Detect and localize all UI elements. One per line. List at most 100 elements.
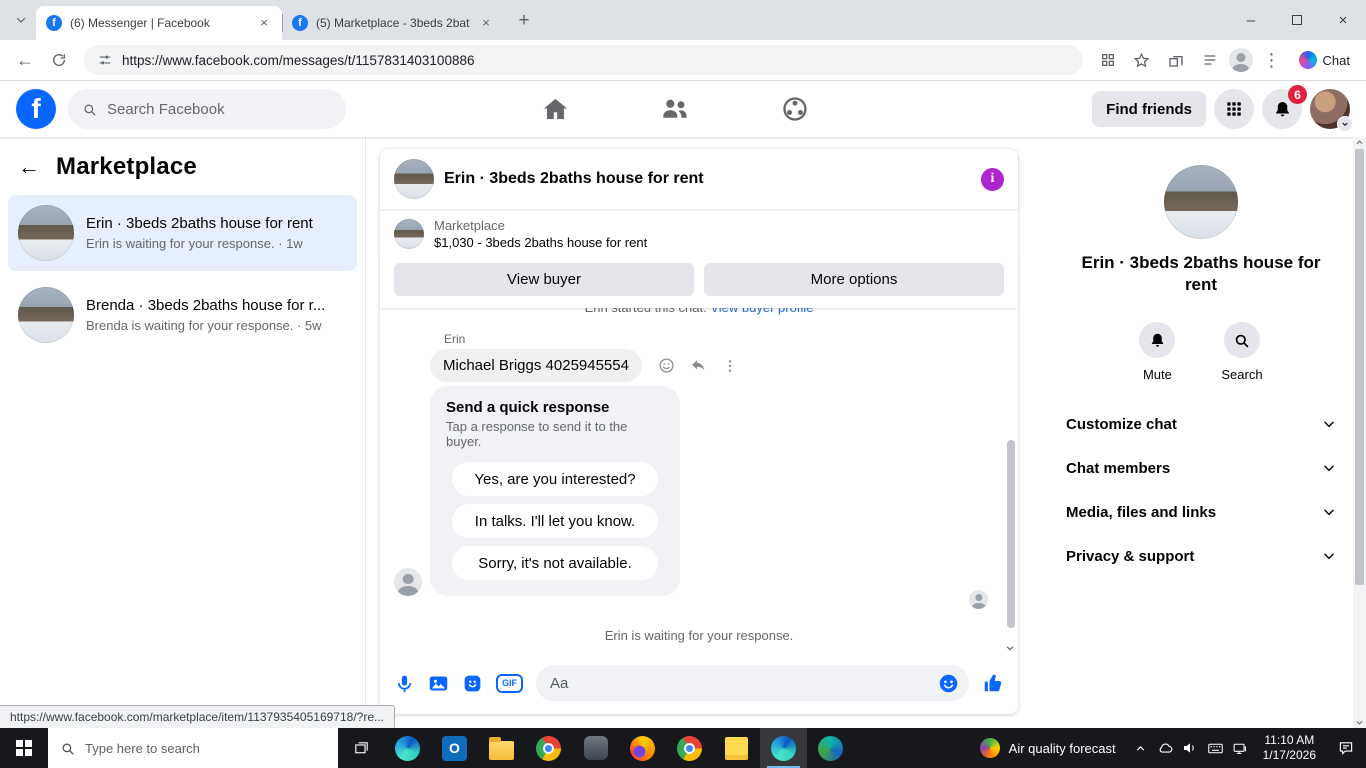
chat-scrollbar[interactable] bbox=[1007, 440, 1015, 628]
taskbar-icon-sticky-notes[interactable] bbox=[713, 728, 760, 768]
collections-icon[interactable] bbox=[1161, 45, 1191, 75]
message-list[interactable]: Erin started this chat. View buyer profi… bbox=[380, 308, 1018, 655]
tab-marketplace[interactable]: f (5) Marketplace - 3beds 2baths ho × bbox=[282, 6, 504, 40]
taskbar-icon-app[interactable] bbox=[572, 728, 619, 768]
page-scrollbar[interactable] bbox=[1353, 137, 1366, 728]
mute-action[interactable]: Mute bbox=[1139, 322, 1176, 382]
tab-groups-icon[interactable] bbox=[1093, 45, 1123, 75]
more-icon[interactable] bbox=[722, 358, 738, 374]
message-bubble[interactable]: Michael Briggs 4025945554 bbox=[430, 349, 642, 382]
edge-chat-button[interactable]: Chat bbox=[1291, 51, 1356, 69]
window-maximize-button[interactable] bbox=[1274, 0, 1320, 40]
voice-clip-icon[interactable] bbox=[394, 673, 415, 694]
image-attach-icon[interactable] bbox=[428, 673, 449, 694]
taskbar-icon-outlook[interactable] bbox=[431, 728, 478, 768]
taskbar-icon-edge-active[interactable] bbox=[760, 728, 807, 768]
weather-widget[interactable]: Air quality forecast bbox=[968, 728, 1128, 768]
more-options-button[interactable]: More options bbox=[704, 263, 1004, 296]
scrollbar-thumb[interactable] bbox=[1355, 149, 1364, 585]
seen-indicator-avatar bbox=[969, 590, 988, 609]
task-view-button[interactable] bbox=[338, 728, 384, 768]
conversation-sidebar: ← Marketplace Erin · 3beds 2baths house … bbox=[0, 137, 366, 728]
browser-menu-icon[interactable]: ⋮ bbox=[1257, 45, 1287, 75]
taskbar-icon-chrome-2[interactable] bbox=[666, 728, 713, 768]
page-content: ← Marketplace Erin · 3beds 2baths house … bbox=[0, 137, 1366, 728]
quick-response-option-3[interactable]: Sorry, it's not available. bbox=[452, 546, 658, 580]
new-tab-button[interactable]: + bbox=[510, 7, 538, 35]
taskbar-search[interactable]: Type here to search bbox=[48, 728, 338, 768]
task-view-icon bbox=[354, 741, 368, 753]
taskbar-icon-file-explorer[interactable] bbox=[478, 728, 525, 768]
sticker-icon[interactable] bbox=[462, 673, 483, 694]
listing-title: $1,030 - 3beds 2baths house for rent bbox=[434, 235, 648, 250]
quick-response-option-2[interactable]: In talks. I'll let you know. bbox=[452, 504, 658, 538]
window-minimize-button[interactable]: – bbox=[1228, 0, 1274, 40]
home-tab[interactable] bbox=[541, 95, 569, 123]
facebook-search[interactable]: Search Facebook bbox=[68, 89, 346, 129]
hidden-icons-chevron[interactable] bbox=[1128, 728, 1153, 768]
menu-item-customize-chat[interactable]: Customize chat bbox=[1056, 402, 1346, 446]
emoji-picker-icon[interactable] bbox=[938, 673, 959, 694]
menu-item-chat-members[interactable]: Chat members bbox=[1056, 446, 1346, 490]
taskbar-icon-edge[interactable] bbox=[384, 728, 431, 768]
taskbar-clock[interactable]: 11:10 AM 1/17/2026 bbox=[1253, 728, 1326, 768]
quick-response-option-1[interactable]: Yes, are you interested? bbox=[452, 462, 658, 496]
apps-menu-button[interactable] bbox=[1214, 89, 1254, 129]
view-buyer-profile-link[interactable]: View buyer profile bbox=[710, 308, 813, 315]
browser-profile-avatar[interactable] bbox=[1228, 48, 1253, 72]
tray-volume-icon[interactable] bbox=[1178, 728, 1203, 768]
search-conversation-icon bbox=[1223, 322, 1260, 359]
taskbar-icon-firefox[interactable] bbox=[619, 728, 666, 768]
screen: f (6) Messenger | Facebook × f (5) Marke… bbox=[0, 0, 1366, 768]
marketplace-listing-row[interactable]: Marketplace $1,030 - 3beds 2baths house … bbox=[380, 209, 1018, 255]
tab-close-icon[interactable]: × bbox=[478, 15, 494, 31]
view-buyer-button[interactable]: View buyer bbox=[394, 263, 694, 296]
taskbar-icon-app-2[interactable] bbox=[807, 728, 854, 768]
bookmark-star-icon[interactable] bbox=[1127, 45, 1157, 75]
message-input[interactable] bbox=[550, 674, 930, 692]
chevron-down-icon bbox=[1324, 553, 1334, 560]
tab-messenger[interactable]: f (6) Messenger | Facebook × bbox=[36, 6, 282, 40]
reload-button[interactable] bbox=[44, 45, 74, 75]
site-info-icon[interactable] bbox=[98, 53, 112, 67]
gif-icon[interactable]: GIF bbox=[496, 673, 523, 693]
find-friends-button[interactable]: Find friends bbox=[1092, 91, 1206, 127]
composer-pill[interactable] bbox=[536, 665, 969, 701]
scroll-down-icon[interactable] bbox=[1355, 718, 1364, 727]
conversation-item-erin[interactable]: Erin · 3beds 2baths house for rent Erin … bbox=[8, 195, 357, 271]
facebook-logo[interactable]: f bbox=[16, 89, 56, 129]
tray-network-icon[interactable] bbox=[1228, 728, 1253, 768]
back-button[interactable]: ← bbox=[10, 45, 40, 75]
action-center-button[interactable] bbox=[1326, 728, 1366, 768]
thumbs-up-icon[interactable] bbox=[982, 672, 1004, 694]
windows-logo-icon bbox=[16, 740, 32, 756]
window-close-button[interactable]: × bbox=[1320, 0, 1366, 40]
window-controls: – × bbox=[1228, 0, 1366, 40]
chat-column: Erin · 3beds 2baths house for rent i Mar… bbox=[366, 137, 1036, 728]
profile-avatar[interactable] bbox=[1310, 89, 1353, 132]
scroll-down-icon[interactable] bbox=[1005, 643, 1015, 653]
notifications-button[interactable]: 6 bbox=[1262, 85, 1307, 129]
menu-item-privacy-support[interactable]: Privacy & support bbox=[1056, 534, 1346, 578]
scroll-up-icon[interactable] bbox=[1355, 138, 1364, 147]
reply-icon[interactable] bbox=[690, 357, 707, 374]
conversation-text: Brenda · 3beds 2baths house for r... Bre… bbox=[86, 297, 325, 333]
chat-header[interactable]: Erin · 3beds 2baths house for rent i bbox=[380, 149, 1018, 209]
tray-cloud-icon[interactable] bbox=[1153, 728, 1178, 768]
taskbar-icon-chrome[interactable] bbox=[525, 728, 572, 768]
start-button[interactable] bbox=[0, 728, 48, 768]
friends-icon bbox=[663, 99, 687, 118]
reading-list-icon[interactable] bbox=[1195, 45, 1225, 75]
tab-search-button[interactable] bbox=[8, 7, 34, 33]
url-bar[interactable]: https://www.facebook.com/messages/t/1157… bbox=[84, 45, 1083, 75]
conversation-item-brenda[interactable]: Brenda · 3beds 2baths house for r... Bre… bbox=[8, 277, 357, 353]
search-action[interactable]: Search bbox=[1221, 322, 1263, 382]
groups-tab[interactable] bbox=[781, 95, 809, 123]
react-emoji-icon[interactable] bbox=[658, 357, 675, 374]
menu-item-media-files-links[interactable]: Media, files and links bbox=[1056, 490, 1346, 534]
friends-tab[interactable] bbox=[661, 95, 689, 123]
conversation-info-icon[interactable]: i bbox=[981, 167, 1004, 191]
tray-keyboard-icon[interactable] bbox=[1203, 728, 1228, 768]
tab-close-icon[interactable]: × bbox=[256, 15, 272, 31]
back-arrow-icon[interactable]: ← bbox=[18, 154, 40, 180]
